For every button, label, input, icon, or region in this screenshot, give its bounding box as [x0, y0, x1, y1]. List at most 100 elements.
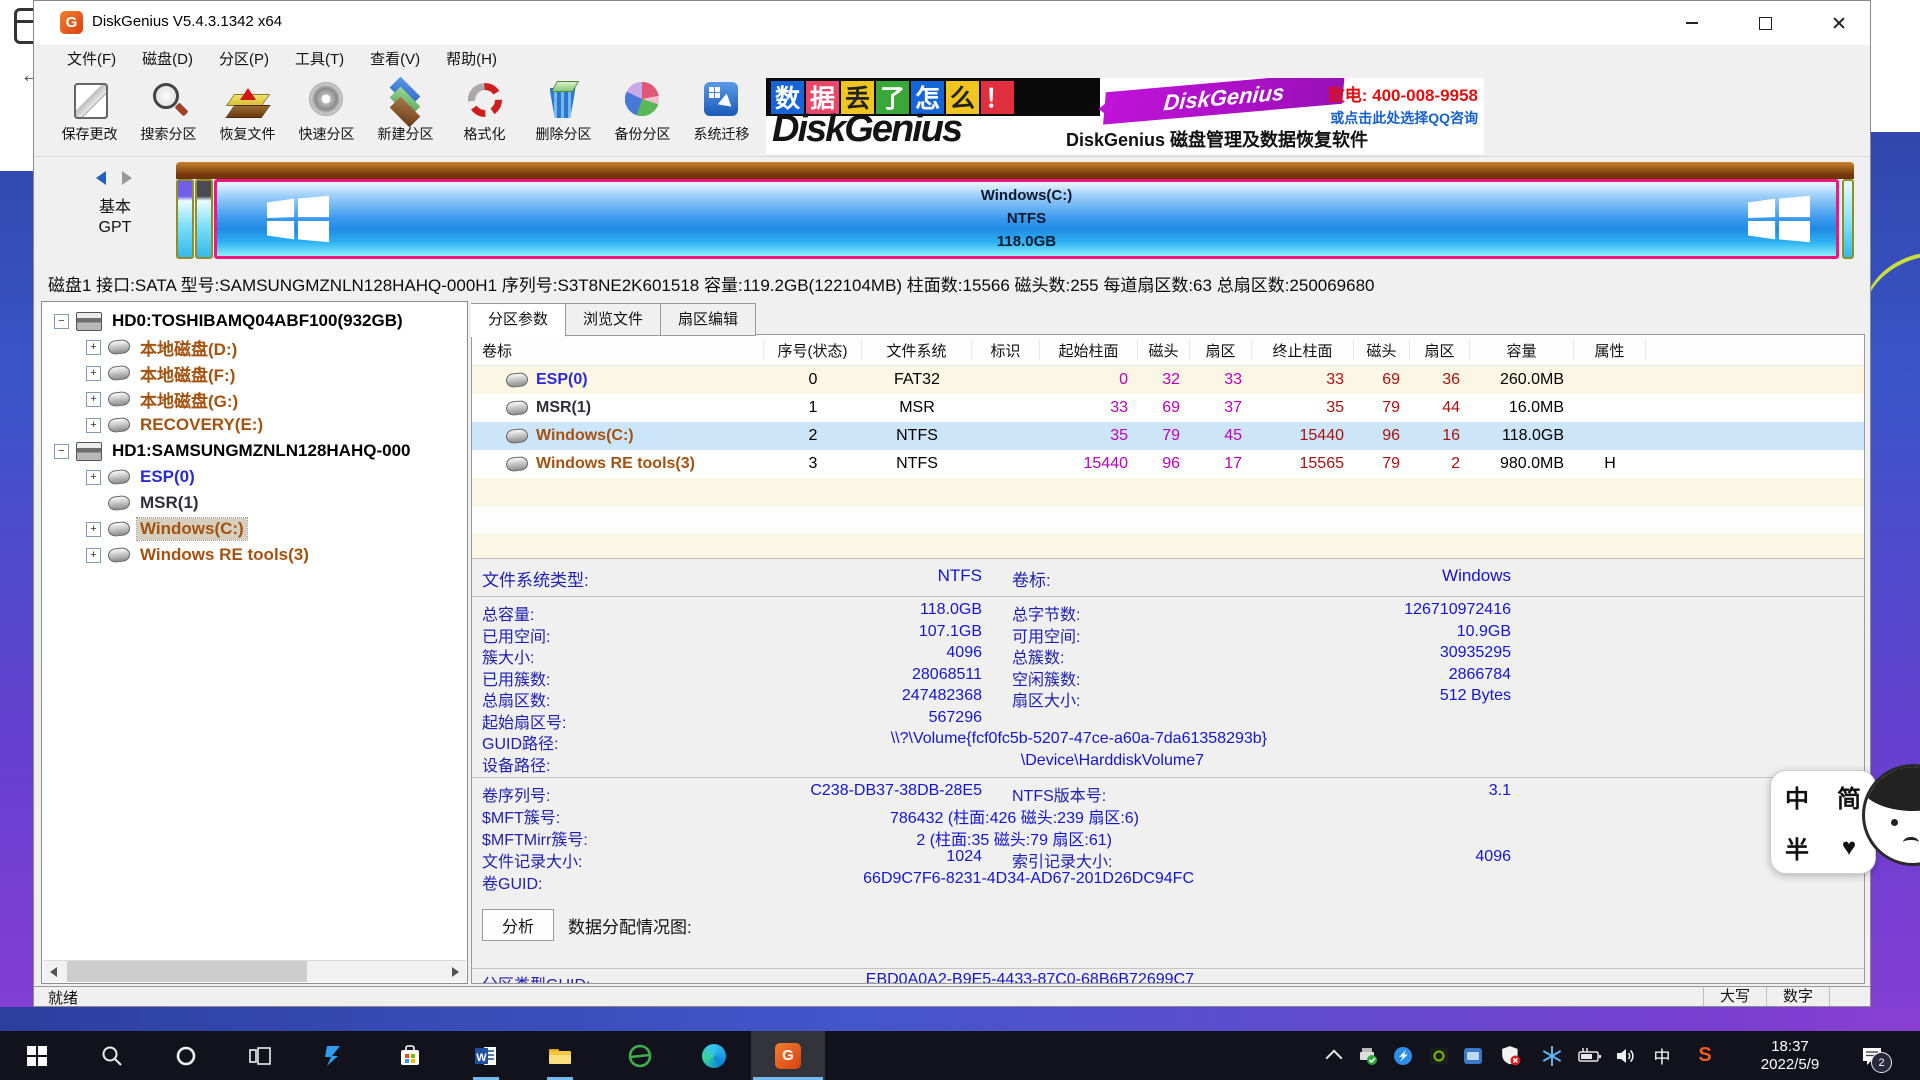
expand-toggle-icon[interactable]: − [54, 444, 69, 459]
toolbar-button[interactable]: 恢复文件 [208, 75, 287, 155]
tree-item[interactable]: + 本地磁盘(F:) [42, 360, 467, 386]
toolbar-button[interactable]: 删除分区 [524, 75, 603, 155]
task-view-button[interactable] [223, 1031, 297, 1080]
notification-center-button[interactable]: 2 [1850, 1031, 1894, 1080]
expand-toggle-icon[interactable]: + [86, 470, 101, 485]
toolbar-button[interactable]: 新建分区 [366, 75, 445, 155]
diskgenius-taskbar-button[interactable]: G [751, 1031, 825, 1080]
expand-toggle-icon[interactable]: + [86, 392, 101, 407]
word-button[interactable]: W [449, 1031, 523, 1080]
scrollbar-left-icon[interactable] [43, 961, 64, 982]
col-end-cylinder[interactable]: 终止柱面 [1252, 340, 1354, 360]
tab[interactable]: 分区参数 [471, 303, 566, 337]
expand-toggle-icon[interactable]: + [86, 418, 101, 433]
col-start-cylinder[interactable]: 起始柱面 [1040, 340, 1138, 360]
table-row[interactable]: MSR(1) 1 MSR 33 69 37 35 79 44 16.0MB [472, 394, 1864, 422]
menu-item[interactable]: 文件(F) [54, 47, 129, 73]
cortana-button[interactable] [149, 1031, 223, 1080]
ime-floating-widget[interactable]: 中简半 ♥ [1770, 770, 1876, 874]
tray-clock[interactable]: 18:37 2022/5/9 [1742, 1031, 1838, 1080]
partition-block-winre[interactable] [1842, 179, 1854, 259]
microsoft-store-button[interactable] [373, 1031, 447, 1080]
menu-item[interactable]: 分区(P) [206, 47, 282, 73]
col-filesystem[interactable]: 文件系统 [862, 340, 972, 360]
col-start-sector[interactable]: 扇区 [1190, 340, 1252, 360]
tab[interactable]: 扇区编辑 [661, 303, 756, 336]
menu-item[interactable]: 工具(T) [282, 47, 357, 73]
horizontal-scrollbar[interactable] [43, 960, 466, 982]
toolbar-button[interactable]: 格式化 [445, 75, 524, 155]
taskbar-search-button[interactable] [75, 1031, 149, 1080]
browser-360-button[interactable] [603, 1031, 677, 1080]
toolbar-button[interactable]: 系统迁移 [682, 75, 761, 155]
table-row[interactable]: Windows RE tools(3) 3 NTFS 15440 96 17 1… [472, 450, 1864, 478]
tree-item[interactable]: + ESP(0) [42, 464, 467, 490]
tray-ime-indicator[interactable]: 中 [1645, 1031, 1679, 1080]
toolbar-button[interactable]: 备份分区 [603, 75, 682, 155]
col-flag[interactable]: 标识 [972, 340, 1040, 360]
tray-nvidia[interactable] [1422, 1031, 1456, 1080]
tray-defender[interactable] [1494, 1031, 1528, 1080]
partition-block-msr[interactable] [195, 179, 213, 259]
expand-toggle-icon[interactable]: + [86, 340, 101, 355]
partition-block-esp[interactable] [176, 179, 194, 259]
tray-volume[interactable] [1609, 1031, 1643, 1080]
tree-item[interactable]: + 本地磁盘(G:) [42, 386, 467, 412]
edge-button[interactable] [677, 1031, 751, 1080]
menu-item[interactable]: 磁盘(D) [129, 47, 206, 73]
ime-mode-tile[interactable]: 中 [1785, 779, 1809, 814]
tree-item[interactable]: − HD1:SAMSUNGMZNLN128HAHQ-000 [42, 438, 467, 464]
toolbar-button[interactable]: 保存更改 [50, 75, 129, 155]
tree-item[interactable]: + RECOVERY(E:) [42, 412, 467, 438]
expand-toggle-icon[interactable]: + [86, 548, 101, 563]
col-end-sector[interactable]: 扇区 [1410, 340, 1470, 360]
status-ready: 就绪 [48, 987, 1703, 1007]
scrollbar-right-icon[interactable] [445, 961, 466, 982]
start-button[interactable] [0, 1031, 74, 1080]
scroll-left-icon[interactable] [96, 171, 106, 185]
table-row[interactable]: Windows(C:) 2 NTFS 35 79 45 15440 96 16 … [472, 422, 1864, 450]
tray-expand-button[interactable] [1317, 1031, 1351, 1080]
toolbar-button[interactable]: 搜索分区 [129, 75, 208, 155]
tray-printer[interactable] [1351, 1031, 1385, 1080]
col-start-head[interactable]: 磁头 [1138, 340, 1190, 360]
banner-qq-link[interactable]: 或点击此处选择QQ咨询 [1328, 108, 1478, 128]
analyze-button[interactable]: 分析 [482, 909, 554, 941]
col-capacity[interactable]: 容量 [1470, 340, 1574, 360]
col-volume-label[interactable]: 卷标 [472, 340, 764, 360]
partition-detail-panel: 分区参数浏览文件扇区编辑 卷标 序号(状态) 文件系统 标识 起始柱面 磁头 扇… [471, 303, 1867, 984]
tab[interactable]: 浏览文件 [566, 303, 661, 336]
tray-battery[interactable] [1573, 1031, 1607, 1080]
tray-bird-app[interactable] [1386, 1031, 1420, 1080]
file-explorer-button[interactable] [523, 1031, 597, 1080]
expand-toggle-icon[interactable]: + [86, 522, 101, 537]
tray-intel-graphics[interactable] [1456, 1031, 1490, 1080]
tray-sogou[interactable]: S [1688, 1031, 1722, 1080]
col-attributes[interactable]: 属性 [1574, 340, 1646, 360]
tree-item[interactable]: + Windows RE tools(3) [42, 542, 467, 568]
ime-mode-tile[interactable]: 简 [1837, 779, 1861, 814]
tree-item[interactable]: + 本地磁盘(D:) [42, 334, 467, 360]
table-row[interactable]: ESP(0) 0 FAT32 0 32 33 33 69 36 260.0MB [472, 366, 1864, 394]
ime-mode-tile[interactable]: ♥ [1842, 834, 1856, 862]
expand-toggle-icon[interactable]: + [86, 366, 101, 381]
menu-item[interactable]: 帮助(H) [433, 47, 510, 73]
col-end-head[interactable]: 磁头 [1354, 340, 1410, 360]
tree-item[interactable]: − HD0:TOSHIBAMQ04ABF100(932GB) [42, 308, 467, 334]
col-index-status[interactable]: 序号(状态) [764, 340, 862, 360]
partition-block-windows-c[interactable]: Windows(C:) NTFS 118.0GB [214, 179, 1839, 259]
tree-item[interactable]: MSR(1) [42, 490, 467, 516]
maximize-button[interactable] [1742, 1, 1789, 45]
menu-item[interactable]: 查看(V) [357, 47, 433, 73]
scrollbar-thumb[interactable] [67, 961, 307, 982]
minimize-button[interactable] [1668, 1, 1715, 45]
advertisement-banner[interactable]: 数据丢了怎么！ DiskGenius DiskGenius 致电: 400-00… [766, 78, 1484, 154]
close-button[interactable] [1815, 1, 1862, 45]
pinned-app-lightning[interactable] [297, 1031, 371, 1080]
scroll-right-icon[interactable] [122, 171, 132, 185]
tray-snowflake-app[interactable] [1535, 1031, 1569, 1080]
toolbar-button[interactable]: 快速分区 [287, 75, 366, 155]
ime-mode-tile[interactable]: 半 [1785, 830, 1809, 865]
expand-toggle-icon[interactable]: − [54, 314, 69, 329]
tree-item[interactable]: + Windows(C:) [42, 516, 467, 542]
